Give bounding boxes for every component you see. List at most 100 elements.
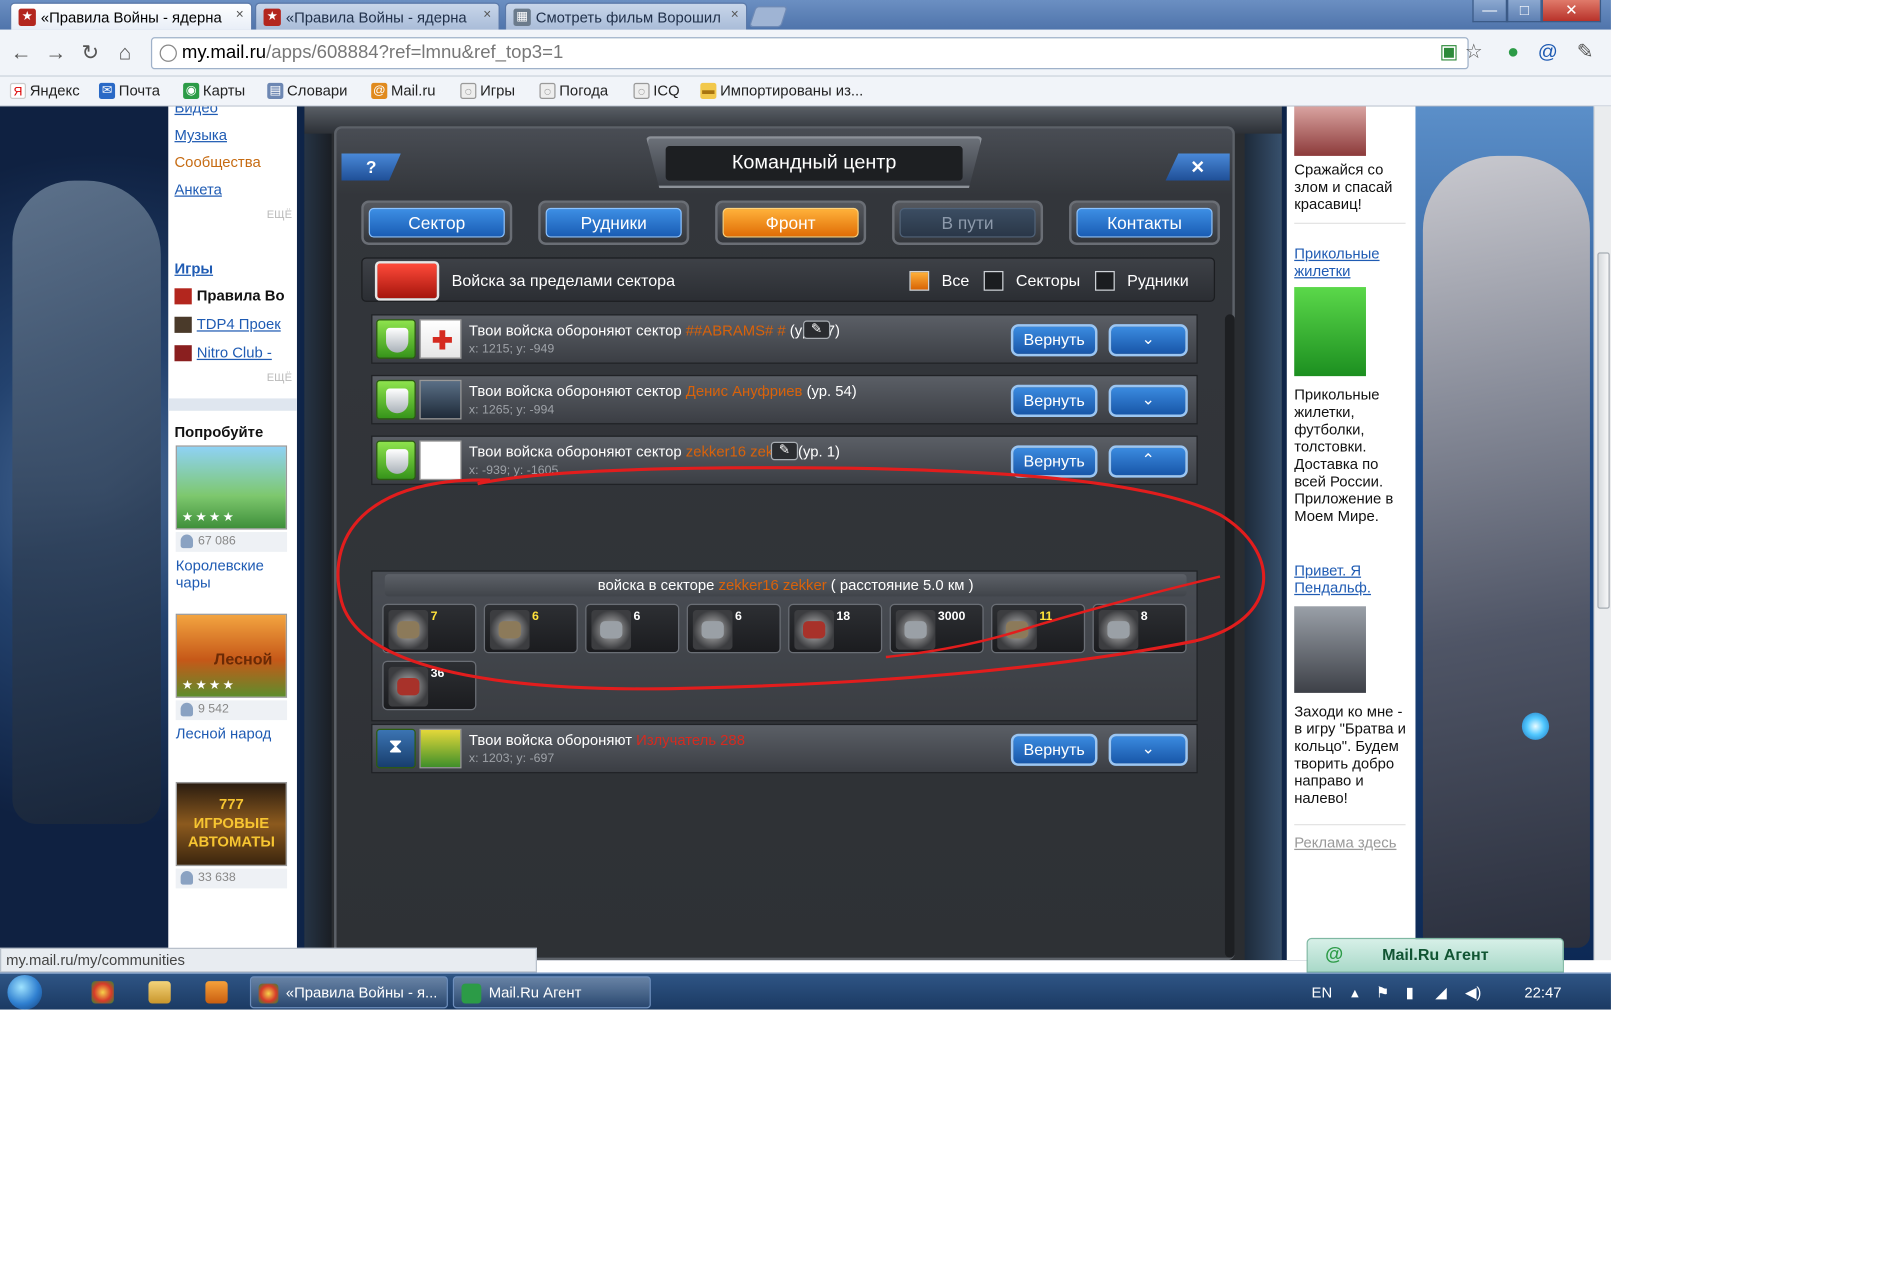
globe-icon bbox=[159, 44, 177, 62]
bookmark-icq[interactable]: ◌ ICQ bbox=[633, 82, 680, 99]
tab-close-icon[interactable]: × bbox=[236, 7, 244, 22]
bookmark-folder-imported[interactable]: ▬ Импортированы из... bbox=[700, 82, 863, 99]
sidebar-link-communities[interactable]: Сообщества bbox=[174, 153, 293, 170]
ad-image[interactable] bbox=[1294, 106, 1366, 156]
player-count: 33 638 bbox=[175, 868, 288, 889]
mail-agent-widget[interactable]: @ Mail.Ru Агент bbox=[1306, 937, 1564, 973]
ad-link[interactable]: Прикольные жилетки bbox=[1294, 245, 1408, 280]
book-icon: ▤ bbox=[267, 82, 284, 99]
divider bbox=[1294, 222, 1406, 224]
wrench-icon[interactable]: ✎ bbox=[1571, 40, 1598, 67]
close-window-button[interactable]: ✕ bbox=[1541, 0, 1602, 23]
flag-icon[interactable]: ⚑ bbox=[1376, 984, 1389, 1001]
try-header: Попробуйте bbox=[174, 423, 264, 441]
bookmark-mail[interactable]: ✉ Почта bbox=[98, 82, 160, 99]
bookmark-dictionaries[interactable]: ▤ Словари bbox=[267, 82, 347, 99]
page-content: Видео Музыка Сообщества Анкета ЕЩЁ Игры … bbox=[0, 106, 1594, 961]
sidebar-game-item[interactable]: Nitro Club - bbox=[174, 344, 293, 362]
game-thumb-icon bbox=[174, 345, 192, 362]
browser-tabstrip: ★ «Правила Войны - ядерна × ★ «Правила В… bbox=[0, 0, 1611, 30]
language-indicator[interactable]: EN bbox=[1312, 984, 1333, 1001]
person-icon bbox=[180, 702, 194, 717]
map-icon: ◉ bbox=[183, 82, 200, 99]
bookmark-maps[interactable]: ◉ Карты bbox=[183, 82, 245, 99]
show-hidden-icons[interactable]: ▴ bbox=[1351, 984, 1358, 1001]
explorer-folder-icon[interactable] bbox=[148, 981, 171, 1004]
maximize-button[interactable]: □ bbox=[1507, 0, 1542, 23]
mail-agent-icon[interactable]: @ bbox=[1534, 40, 1561, 67]
chrome-icon[interactable] bbox=[91, 981, 114, 1004]
sidebar-link-music[interactable]: Музыка bbox=[174, 126, 293, 143]
forward-icon[interactable]: → bbox=[42, 40, 69, 67]
person-icon bbox=[180, 871, 194, 885]
divider bbox=[1294, 824, 1406, 826]
sidebar-link-video[interactable]: Видео bbox=[174, 106, 293, 116]
game-promo-title[interactable]: Лесной народ bbox=[176, 725, 290, 742]
battery-icon[interactable]: ▮ bbox=[1406, 984, 1414, 1001]
browser-tab-1[interactable]: ★ «Правила Войны - ядерна × bbox=[9, 2, 253, 30]
new-tab-button[interactable] bbox=[748, 6, 788, 28]
red-circle-annotation bbox=[336, 466, 1266, 691]
page-scrollbar[interactable] bbox=[1593, 106, 1611, 961]
promo-image-text: 777 ИГРОВЫЕ АВТОМАТЫ bbox=[187, 795, 275, 851]
game-promo-thumbnail[interactable]: ★★★★ bbox=[175, 445, 288, 530]
more-link[interactable]: ЕЩЁ bbox=[267, 371, 292, 383]
tab-close-icon[interactable]: × bbox=[483, 7, 491, 22]
at-icon: @ bbox=[371, 82, 388, 99]
person-icon bbox=[180, 534, 194, 549]
minimize-button[interactable]: — bbox=[1472, 0, 1508, 23]
bookmark-weather[interactable]: ◌ Погода bbox=[539, 82, 608, 99]
reload-icon[interactable]: ↻ bbox=[77, 40, 104, 67]
sidebar-link-profile[interactable]: Анкета bbox=[174, 181, 293, 198]
network-icon[interactable]: ◢ bbox=[1435, 984, 1446, 1001]
ad-text: Прикольные жилетки, футболки, толстовки.… bbox=[1294, 386, 1394, 525]
promo-image-text: Лесной bbox=[214, 649, 273, 669]
game-star-icon bbox=[174, 288, 192, 305]
browser-tab-3[interactable]: ▦ Смотреть фильм Ворошил × bbox=[504, 2, 748, 30]
browser-tab-2[interactable]: ★ «Правила Войны - ядерна × bbox=[254, 2, 500, 30]
bookmark-yandex[interactable]: Я Яндекс bbox=[9, 82, 80, 99]
scroll-thumb[interactable] bbox=[1597, 252, 1610, 609]
ad-link[interactable]: Привет. Я Пендальф. bbox=[1294, 562, 1408, 597]
rating-stars-icon: ★★★★ bbox=[181, 511, 237, 525]
glowing-orb-icon bbox=[1521, 712, 1550, 740]
games-header-link[interactable]: Игры bbox=[174, 260, 293, 277]
game-promo-thumbnail[interactable]: 777 ИГРОВЫЕ АВТОМАТЫ bbox=[175, 781, 288, 867]
rating-stars-icon: ★★★★ bbox=[181, 679, 237, 693]
game-star-icon: ★ bbox=[263, 8, 281, 26]
cyborg-woman-illustration bbox=[1422, 155, 1590, 948]
icq-icon[interactable]: ● bbox=[1500, 40, 1527, 67]
folder-icon: ▬ bbox=[700, 82, 717, 99]
more-link[interactable]: ЕЩЁ bbox=[267, 208, 292, 220]
advertise-here-link[interactable]: Реклама здесь bbox=[1294, 834, 1396, 851]
player-count: 67 086 bbox=[175, 532, 288, 552]
game-promo-title[interactable]: Королевские чары bbox=[176, 557, 290, 592]
browser-toolbar: ← → ↻ ⌂ my.mail.ru/apps/608884?ref=lmnu&… bbox=[0, 29, 1611, 77]
extension-icon[interactable]: ▣ bbox=[1435, 40, 1462, 67]
home-icon[interactable]: ⌂ bbox=[111, 40, 138, 67]
bookmark-star-icon[interactable]: ☆ bbox=[1460, 40, 1487, 67]
bookmark-mailru[interactable]: @ Mail.ru bbox=[371, 82, 436, 99]
sidebar-game-item[interactable]: Правила Во bbox=[174, 287, 293, 305]
tab-title: «Правила Войны - ядерна bbox=[40, 8, 222, 26]
wizard-image[interactable] bbox=[1294, 606, 1366, 693]
sidebar-game-item[interactable]: TDP4 Проек bbox=[174, 316, 293, 333]
taskbar-item-agent[interactable]: Mail.Ru Агент bbox=[452, 976, 651, 1009]
tab-title: «Правила Войны - ядерна bbox=[285, 8, 467, 26]
player-count: 9 542 bbox=[175, 700, 288, 721]
volume-icon[interactable]: ◀) bbox=[1465, 984, 1481, 1001]
back-icon[interactable]: ← bbox=[7, 40, 34, 67]
media-player-icon[interactable] bbox=[205, 981, 228, 1004]
taskbar-item-game[interactable]: «Правила Войны - я... bbox=[249, 976, 448, 1009]
windows-taskbar: «Правила Войны - я... Mail.Ru Агент EN ▴… bbox=[0, 972, 1611, 1010]
game-promo-thumbnail[interactable]: Лесной ★★★★ bbox=[175, 613, 288, 698]
green-vest-image[interactable] bbox=[1294, 287, 1366, 377]
start-button[interactable] bbox=[7, 974, 43, 1010]
clock[interactable]: 22:47 bbox=[1524, 984, 1561, 1001]
globe-icon: ◌ bbox=[633, 82, 650, 99]
bookmark-games[interactable]: ◌ Игры bbox=[460, 82, 515, 99]
tab-close-icon[interactable]: × bbox=[731, 7, 739, 22]
globe-icon: ◌ bbox=[539, 82, 556, 99]
address-bar[interactable]: my.mail.ru/apps/608884?ref=lmnu&ref_top3… bbox=[150, 37, 1469, 70]
film-icon: ▦ bbox=[513, 8, 531, 26]
